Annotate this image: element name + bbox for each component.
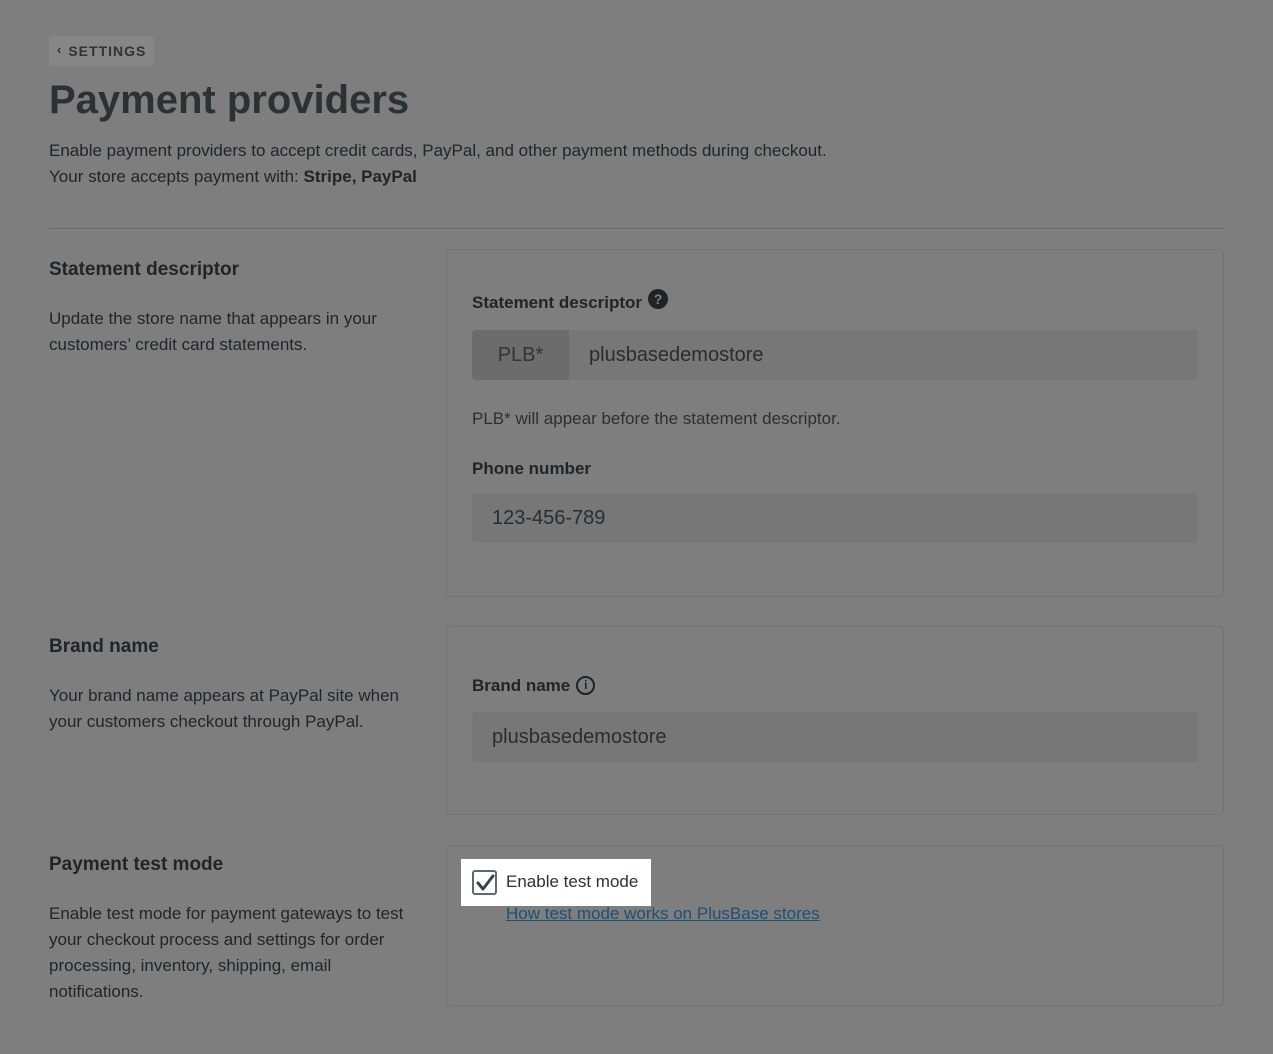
info-circle-icon[interactable]: i [576,675,596,695]
brand-section-title: Brand name [49,636,159,657]
brand-field-label: Brand name i [472,675,596,696]
intro-prefix: Your store accepts payment with: [49,167,304,186]
intro-line-2: Your store accepts payment with: Stripe,… [49,164,827,190]
test-mode-section-description: Enable test mode for payment gateways to… [49,904,404,1001]
intro-line-1: Enable payment providers to accept credi… [49,141,827,160]
breadcrumb-settings[interactable]: ‹ SETTINGS [49,36,155,66]
brand-field-label-text: Brand name [472,676,571,695]
checkmark-icon [476,874,495,891]
enable-test-mode-checkbox[interactable] [472,870,497,895]
brand-name-input[interactable]: plusbasedemostore [472,712,1198,762]
section-divider [49,228,1224,229]
accepted-methods: Stripe, PayPal [303,167,417,186]
statement-prefix: PLB* [472,330,569,380]
statement-field-label: Statement descriptor ? [472,289,669,313]
breadcrumb-label: SETTINGS [68,43,147,59]
brand-name-value: plusbasedemostore [492,725,667,748]
statement-field-label-text: Statement descriptor [472,293,643,312]
statement-descriptor-value: plusbasedemostore [589,343,764,366]
phone-number-input[interactable]: 123-456-789 [472,493,1198,543]
phone-label: Phone number [472,459,592,478]
statement-help-text: PLB* will appear before the statement de… [472,409,841,428]
statement-section-title: Statement descriptor [49,259,240,280]
test-mode-help-link[interactable]: How test mode works on PlusBase stores [506,904,820,924]
page-title: Payment providers [49,78,410,122]
page-intro: Enable payment providers to accept credi… [49,138,827,190]
statement-descriptor-input[interactable]: PLB* plusbasedemostore [472,330,1198,380]
enable-test-mode-label[interactable]: Enable test mode [506,872,638,892]
test-mode-section-title: Payment test mode [49,854,224,875]
phone-number-value: 123-456-789 [492,506,606,529]
brand-section-description: Your brand name appears at PayPal site w… [49,686,399,731]
statement-section-description: Update the store name that appears in yo… [49,309,377,354]
chevron-left-icon: ‹ [57,41,63,57]
payment-providers-page: ‹ SETTINGS Payment providers Enable paym… [0,0,1273,1054]
question-circle-icon[interactable]: ? [648,289,669,309]
